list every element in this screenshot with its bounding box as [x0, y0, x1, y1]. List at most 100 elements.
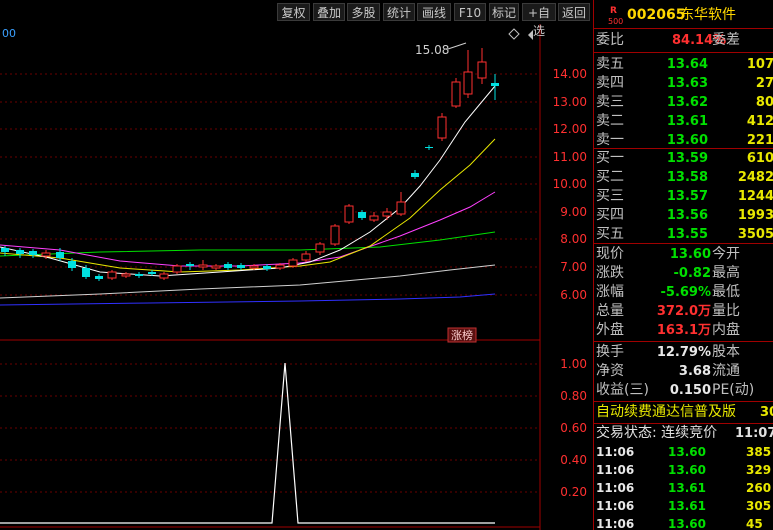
candle-body-up[interactable] [107, 271, 117, 279]
stat-value: 163.1万 [656, 323, 711, 338]
stock-code: 002065 [627, 7, 686, 23]
tick-row[interactable]: 11:06 13.61 260 [594, 479, 773, 497]
sell-level-price: 13.63 [666, 76, 708, 91]
toolbar-button-0[interactable]: 复权 [277, 3, 310, 21]
candle-body-down[interactable] [425, 147, 433, 148]
toolbar-button-6[interactable]: 标记 [489, 3, 519, 21]
fund-value: 0.150 [669, 383, 711, 398]
candle-body-up[interactable] [249, 265, 259, 269]
toolbar-button-3[interactable]: 统计 [383, 3, 415, 21]
tick-row[interactable]: 11:06 13.60 385 [594, 443, 773, 461]
stat-label-2: 最低 [712, 284, 740, 300]
buy-level-price: 13.59 [666, 151, 708, 166]
candle-body-up[interactable] [275, 264, 285, 269]
buy-level-label: 买二 [596, 169, 624, 185]
toolbar-button-2[interactable]: 多股 [347, 3, 380, 21]
ad-num: 30 [760, 405, 773, 420]
tick-time: 11:06 [596, 499, 635, 513]
tick-row[interactable]: 11:06 13.60 329 [594, 461, 773, 479]
candle-body-up[interactable] [330, 225, 340, 245]
sell-level-volume: 27 [755, 76, 773, 91]
peak-price-label: 15.08 [415, 43, 449, 57]
tick-time: 11:06 [596, 481, 635, 495]
toolbar-button-8[interactable]: 返回 [558, 3, 590, 21]
sell-level-volume: 412 [746, 114, 773, 129]
candle-body-down[interactable] [186, 264, 194, 266]
fund-label: 收益(三) [596, 382, 649, 398]
buy-level-price: 13.57 [666, 189, 708, 204]
indicator-tick-label: 1.00 [560, 357, 587, 371]
candle-body-down[interactable] [29, 251, 37, 255]
price-tick-label: 7.00 [560, 260, 587, 274]
candle-body-down[interactable] [68, 261, 76, 268]
candle-body-down[interactable] [56, 252, 64, 258]
candle-body-down[interactable] [224, 264, 232, 268]
candle-body-down[interactable] [148, 272, 156, 274]
stat-label-2: 今开 [712, 246, 740, 262]
tick-time: 11:06 [596, 517, 635, 530]
ad-text[interactable]: 自动续费通达信普及版 [596, 402, 736, 423]
sell-level-price: 13.62 [666, 95, 708, 110]
tick-row[interactable]: 11:06 13.61 305 [594, 497, 773, 515]
candle-body-up[interactable] [382, 211, 392, 217]
kline-chart[interactable]: 14.00 13.00 12.00 11.00 10.00 9.00 8.00 7.00 6.0… [0, 0, 593, 530]
chart-toolbar: 复权 叠加 多股 统计 画线 F10 标记 +自选 返回 [0, 0, 593, 38]
candle-body-up[interactable] [437, 116, 447, 139]
candle-body-up[interactable] [396, 201, 406, 215]
tick-volume: 385 [746, 445, 772, 459]
candle-body-down[interactable] [411, 173, 419, 177]
candle-body-down[interactable] [135, 274, 143, 276]
candle-body-down[interactable] [82, 268, 90, 277]
fund-label: 换手 [596, 344, 624, 360]
buy-level-price: 13.55 [666, 227, 708, 242]
stat-label: 现价 [596, 246, 624, 262]
price-tick-label: 13.00 [553, 95, 587, 109]
quote-panel: R 500 002065 东华软件 委比 84.14% 委差 卖五 13.64 10… [593, 0, 773, 530]
candle-body-down[interactable] [358, 212, 366, 218]
candle-body-up[interactable] [121, 273, 131, 277]
candle-body-up[interactable] [301, 253, 311, 261]
stat-label-2: 最高 [712, 265, 740, 281]
candle-body-up[interactable] [41, 252, 51, 257]
candle-body-down[interactable] [237, 265, 245, 268]
candle-body-up[interactable] [344, 205, 354, 223]
buy-level-price: 13.56 [666, 208, 708, 223]
indicator-tick-label: 0.60 [560, 421, 587, 435]
sell-level-volume: 80 [755, 95, 773, 110]
tick-price: 13.60 [668, 463, 706, 477]
candle-body-down[interactable] [1, 248, 9, 252]
candle-body-down[interactable] [491, 83, 499, 86]
fund-value: 12.79% [656, 345, 711, 360]
toolbar-button-5[interactable]: F10 [454, 3, 486, 21]
trade-time: 11:07: [735, 426, 773, 441]
stat-label-2: 量比 [712, 303, 740, 319]
candle-body-down[interactable] [95, 276, 103, 279]
buy-level-label: 买三 [596, 188, 624, 204]
candle-body-down[interactable] [263, 266, 271, 269]
price-tick-label: 12.00 [553, 122, 587, 136]
candle-body-up[interactable] [172, 265, 182, 273]
candle-body-up[interactable] [451, 81, 461, 107]
sell-level-label: 卖二 [596, 113, 624, 129]
toolbar-button-7[interactable]: +自选 [522, 3, 556, 38]
toolbar-button-1[interactable]: 叠加 [313, 3, 345, 21]
candle-body-up[interactable] [369, 215, 379, 221]
fund-value: 3.68 [678, 364, 711, 379]
stat-value: -0.82 [673, 266, 711, 281]
candle-body-up[interactable] [477, 61, 487, 79]
candle-body-up[interactable] [315, 243, 325, 253]
tick-price: 13.60 [668, 445, 706, 459]
buy-level-volume: 2482 [737, 170, 773, 185]
tick-time: 11:06 [596, 463, 635, 477]
candle-body-up[interactable] [463, 71, 473, 95]
tick-price: 13.61 [668, 481, 706, 495]
rank-badge-label: 涨榜 [451, 328, 473, 342]
candle-body-up[interactable] [211, 265, 221, 269]
candle-body-up[interactable] [198, 264, 208, 268]
candle-body-down[interactable] [16, 250, 24, 254]
tick-row[interactable]: 11:06 13.60 45 [594, 515, 773, 530]
toolbar-button-4[interactable]: 画线 [417, 3, 451, 21]
candle-body-up[interactable] [288, 259, 298, 267]
indicator-tick-label: 0.80 [560, 389, 587, 403]
candle-body-up[interactable] [159, 273, 169, 279]
